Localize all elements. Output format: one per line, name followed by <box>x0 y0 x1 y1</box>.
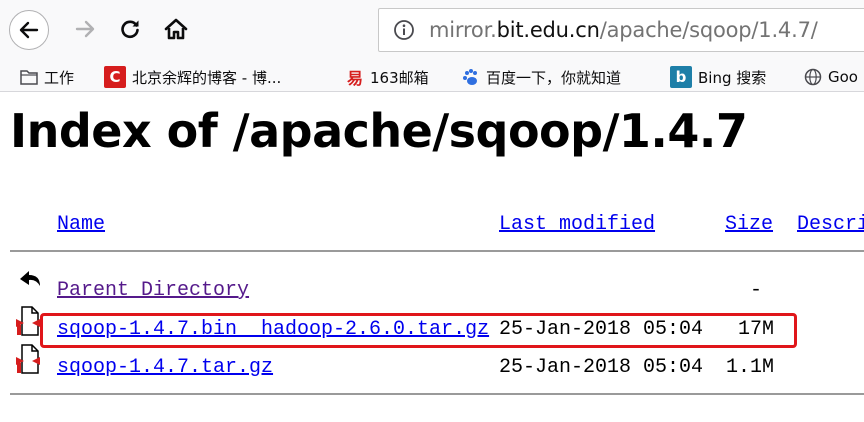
globe-icon <box>804 68 822 86</box>
bookmark-bing[interactable]: b Bing 搜索 <box>670 65 766 89</box>
arrow-right-icon <box>75 20 95 38</box>
archive-file-icon <box>16 344 40 374</box>
footer-divider <box>10 393 864 395</box>
file-modified: 25-Jan-2018 05:04 <box>499 318 704 341</box>
column-header-name[interactable]: Name <box>57 213 105 236</box>
header-divider <box>10 250 864 252</box>
page-title: Index of /apache/sqoop/1.4.7 <box>10 104 748 158</box>
file-size: 17M <box>738 318 775 341</box>
column-header-description[interactable]: Descri <box>797 213 864 236</box>
reload-icon <box>121 20 139 39</box>
bookmarks-bar: 工作 C 北京余辉的博客 - 博... 易 163邮箱 百度一下，你就知道 b Bin… <box>0 62 864 92</box>
bookmark-163-mail[interactable]: 易 163邮箱 <box>346 65 429 89</box>
file-modified: 25-Jan-2018 05:04 <box>499 356 704 379</box>
file-link-bin-hadoop[interactable]: sqoop-1.4.7.bin__hadoop-2.6.0.tar.gz <box>57 318 489 341</box>
file-link-source[interactable]: sqoop-1.4.7.tar.gz <box>57 356 273 379</box>
home-icon <box>164 18 188 40</box>
forward-button[interactable] <box>70 14 100 44</box>
browser-toolbar: mirror.bit.edu.cn/apache/sqoop/1.4.7/ <box>0 0 864 62</box>
arrow-left-icon <box>19 21 39 39</box>
baidu-icon <box>462 68 480 86</box>
csdn-icon: C <box>104 66 126 88</box>
parent-directory-link[interactable]: Parent Directory <box>57 279 249 302</box>
bookmark-csdn-blog[interactable]: C 北京余辉的博客 - 博... <box>104 65 281 89</box>
column-header-size[interactable]: Size <box>725 213 773 236</box>
bookmark-google[interactable]: Goo <box>804 65 858 89</box>
folder-icon <box>20 68 38 86</box>
bookmark-work-folder[interactable]: 工作 <box>20 65 74 89</box>
bookmark-baidu[interactable]: 百度一下，你就知道 <box>462 65 621 89</box>
archive-file-icon <box>16 306 40 336</box>
netease-mail-icon: 易 <box>346 69 363 88</box>
column-header-last-modified[interactable]: Last modified <box>499 213 655 236</box>
bing-icon: b <box>670 66 692 88</box>
back-button[interactable] <box>9 10 49 50</box>
info-icon[interactable] <box>393 19 415 41</box>
parent-size: - <box>750 279 763 302</box>
back-arrow-icon <box>20 271 40 286</box>
url-text[interactable]: mirror.bit.edu.cn/apache/sqoop/1.4.7/ <box>429 9 818 51</box>
address-bar[interactable]: mirror.bit.edu.cn/apache/sqoop/1.4.7/ <box>378 8 864 52</box>
reload-button[interactable] <box>115 14 145 44</box>
file-size: 1.1M <box>726 356 775 379</box>
home-button[interactable] <box>158 14 194 44</box>
